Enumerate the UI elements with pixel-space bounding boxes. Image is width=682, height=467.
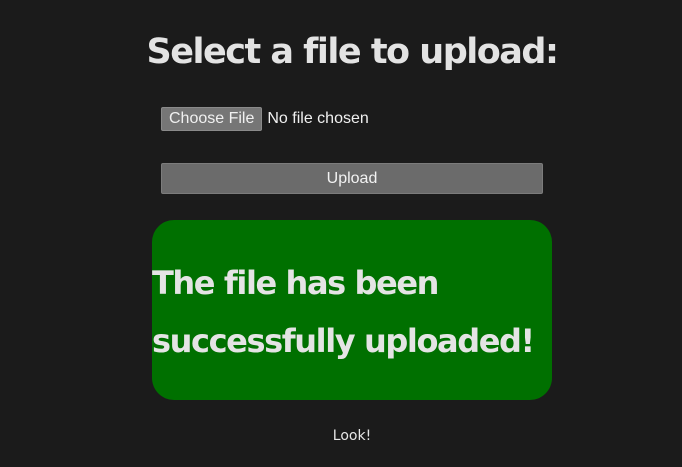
upload-button[interactable]: Upload (161, 163, 543, 194)
look-link[interactable]: Look! (0, 428, 682, 444)
page-title: Select a file to upload: (146, 32, 559, 72)
file-input[interactable]: Choose File No file chosen (161, 106, 369, 131)
success-message-line-1: The file has been (152, 264, 439, 302)
success-message-line-2: successfully uploaded! (152, 322, 535, 360)
choose-file-button[interactable]: Choose File (161, 106, 263, 131)
success-message-box: The file has been successfully uploaded! (152, 220, 552, 400)
file-status-text: No file chosen (267, 109, 369, 127)
